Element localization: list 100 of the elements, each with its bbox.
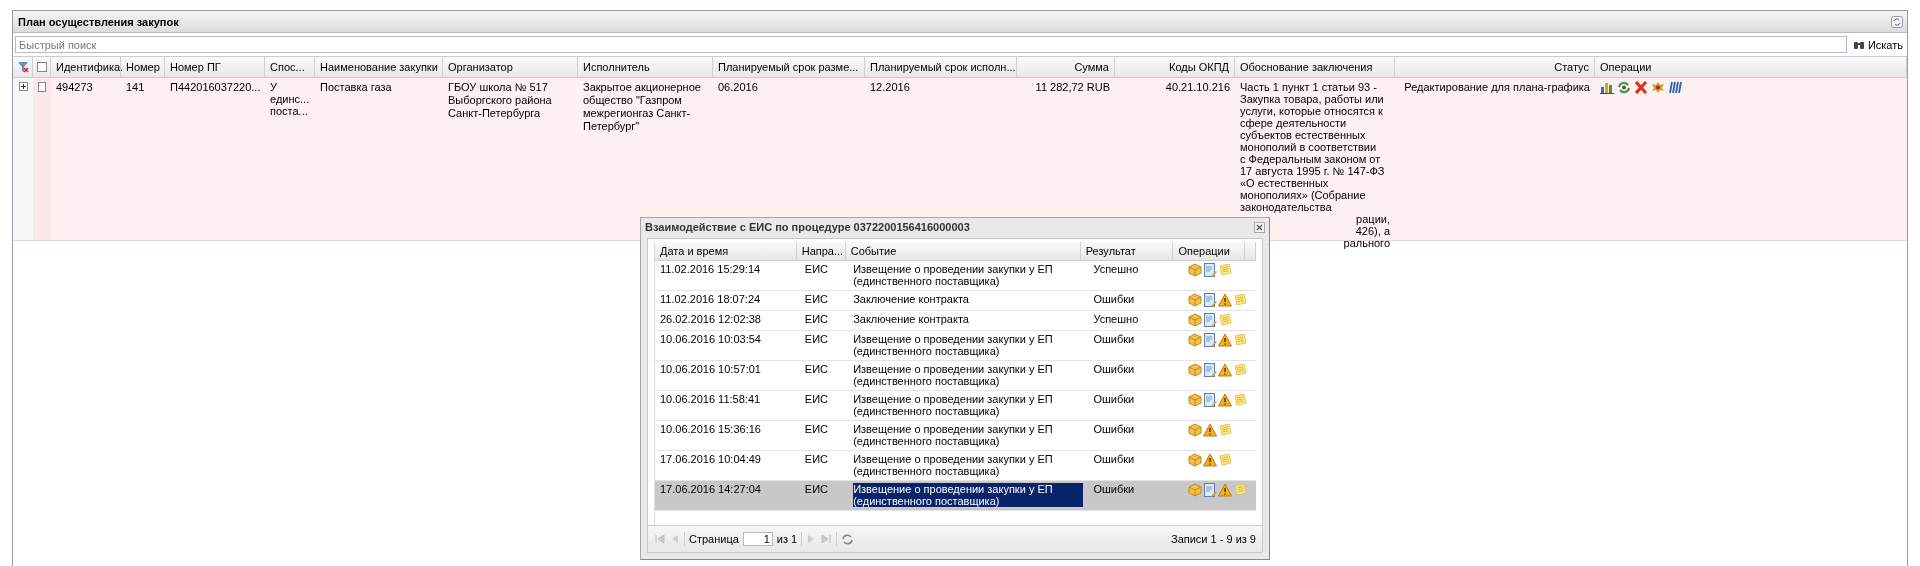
table-cell: 17.06.2016 14:27:04 bbox=[660, 483, 761, 495]
page-field[interactable]: 1 bbox=[742, 532, 773, 546]
table-cell: 40.21.10.216 bbox=[1165, 81, 1230, 93]
search-button[interactable]: Искать bbox=[1850, 38, 1905, 51]
table-cell: ЕИС bbox=[804, 263, 828, 275]
package-icon[interactable] bbox=[1188, 333, 1203, 347]
table-cell: 17.06.2016 10:04:49 bbox=[660, 453, 761, 465]
column-header[interactable]: Коды ОКПД bbox=[1115, 57, 1235, 77]
emblem-icon[interactable] bbox=[1651, 81, 1665, 94]
column-header[interactable]: Спос... bbox=[265, 57, 315, 77]
table-row[interactable]: 10.06.2016 10:03:54 ЕИС Извещение о проведении закупки у ЕП (единственного поставщика) Ошибки bbox=[655, 331, 1256, 361]
column-header[interactable]: Обоснование заключения bbox=[1235, 57, 1395, 77]
table-cell-line: законодательства bbox=[1240, 201, 1333, 213]
refresh-icon[interactable] bbox=[841, 532, 855, 546]
table-cell-line: монополиях» (Собрание bbox=[1240, 189, 1367, 201]
notes-icon[interactable] bbox=[1218, 263, 1233, 277]
warning-icon[interactable] bbox=[1203, 453, 1218, 467]
document-edit-icon[interactable] bbox=[1203, 393, 1218, 407]
column-header[interactable]: Исполнитель bbox=[578, 57, 713, 77]
expand-icon[interactable] bbox=[18, 82, 28, 91]
table-cell: ЕИС bbox=[804, 313, 828, 325]
table-cell: 11.02.2016 18:07:24 bbox=[660, 293, 761, 305]
table-cell-line: Часть 1 пункт 1 статьи 93 - bbox=[1240, 81, 1378, 93]
table-cell: Ошибки bbox=[1093, 453, 1135, 465]
warning-icon[interactable] bbox=[1218, 293, 1233, 307]
table-row[interactable]: 17.06.2016 14:27:04 ЕИС Извещение о проведении закупки у ЕП (единственного поставщика) Ошибки bbox=[655, 481, 1256, 511]
warning-icon[interactable] bbox=[1218, 333, 1233, 347]
table-cell: 06.2016 bbox=[718, 81, 758, 93]
warning-icon[interactable] bbox=[1218, 393, 1233, 407]
table-row[interactable]: 11.02.2016 18:07:24 ЕИС Заключение контракта Ошибки bbox=[655, 291, 1256, 311]
column-header[interactable]: Дата и время bbox=[655, 242, 797, 260]
table-row[interactable]: 10.06.2016 10:57:01 ЕИС Извещение о проведении закупки у ЕП (единственного поставщика) Ошибки bbox=[655, 361, 1256, 391]
table-cell-line: услуги, которые относятся к bbox=[1240, 105, 1384, 117]
table-cell: ЕИС bbox=[804, 363, 828, 375]
table-cell: 12.2016 bbox=[870, 81, 910, 93]
package-icon[interactable] bbox=[1188, 393, 1203, 407]
refresh-icon[interactable] bbox=[1617, 81, 1631, 94]
table-row[interactable]: 26.02.2016 12:02:38 ЕИС Заключение контракта Успешно bbox=[655, 311, 1256, 331]
table-cell: Успешно bbox=[1093, 263, 1139, 275]
warning-icon[interactable] bbox=[1218, 483, 1233, 497]
table-cell: ЕИС bbox=[804, 333, 828, 345]
column-header[interactable]: Статус bbox=[1395, 57, 1595, 77]
column-header[interactable]: Наименование закупки bbox=[315, 57, 443, 77]
column-header[interactable]: Сумма bbox=[1017, 57, 1115, 77]
table-cell: ЕИС bbox=[804, 453, 828, 465]
table-cell: Извещение о проведении закупки у ЕП (единственного поставщика) bbox=[853, 483, 1084, 507]
table-cell-line: с Федеральным законом от bbox=[1240, 153, 1382, 165]
column-header[interactable]: Операции bbox=[1173, 242, 1245, 260]
column-header[interactable]: Планируемый срок разме... bbox=[713, 57, 865, 77]
table-cell: Заключение контракта bbox=[853, 313, 969, 325]
package-icon[interactable] bbox=[1188, 313, 1203, 327]
table-row[interactable]: 10.06.2016 15:36:16 ЕИС Извещение о проведении закупки у ЕП (единственного поставщика) Ошибки bbox=[655, 421, 1256, 451]
package-icon[interactable] bbox=[1188, 363, 1203, 377]
table-row[interactable]: 10.06.2016 11:58:41 ЕИС Извещение о проведении закупки у ЕП (единственного поставщика) Ошибки bbox=[655, 391, 1256, 421]
column-header[interactable]: Событие bbox=[845, 242, 1081, 260]
column-header[interactable]: Номер ПГ bbox=[165, 57, 265, 77]
close-icon[interactable] bbox=[1254, 221, 1265, 233]
table-cell: 11 282,72 RUB bbox=[1035, 81, 1110, 93]
refresh-icon[interactable] bbox=[1891, 15, 1903, 28]
column-header[interactable]: Напра... bbox=[796, 242, 846, 260]
table-cell: Ошибки bbox=[1093, 483, 1135, 495]
document-edit-icon[interactable] bbox=[1203, 333, 1218, 347]
document-edit-icon[interactable] bbox=[1203, 483, 1218, 497]
table-cell: Извещение о проведении закупки у ЕП (единственного поставщика) bbox=[853, 263, 1053, 287]
notes-icon[interactable] bbox=[1218, 313, 1233, 327]
dialog-title: Взаимодействие с ЕИС по процедуре 0372200156416000003 bbox=[645, 221, 970, 233]
document-edit-icon[interactable] bbox=[1203, 293, 1218, 307]
column-header[interactable]: Результат bbox=[1080, 242, 1174, 260]
table-cell: 494273 bbox=[56, 81, 93, 93]
document-edit-icon[interactable] bbox=[1203, 313, 1218, 327]
table-cell: 10.06.2016 11:58:41 bbox=[660, 393, 761, 405]
select-all-checkbox[interactable] bbox=[36, 62, 47, 72]
document-edit-icon[interactable] bbox=[1203, 363, 1218, 377]
package-icon[interactable] bbox=[1188, 263, 1203, 277]
table-cell: ЕИС bbox=[804, 483, 828, 495]
package-icon[interactable] bbox=[1188, 293, 1203, 307]
column-header[interactable]: Организатор bbox=[443, 57, 578, 77]
table-cell: П442016037220... bbox=[170, 81, 261, 93]
warning-icon[interactable] bbox=[1218, 363, 1233, 377]
column-header[interactable]: Операции bbox=[1595, 57, 1907, 77]
table-cell: Извещение о проведении закупки у ЕП (единственного поставщика) bbox=[853, 333, 1053, 357]
delete-icon[interactable] bbox=[1634, 81, 1648, 94]
column-header[interactable]: Планируемый срок исполн... bbox=[865, 57, 1017, 77]
column-header[interactable]: Номер bbox=[121, 57, 165, 77]
search-field[interactable]: Быстрый поиск bbox=[15, 36, 1847, 53]
table-cell: Поставка газа bbox=[320, 81, 392, 93]
table-cell-line: поста... bbox=[270, 105, 309, 117]
row-checkbox[interactable] bbox=[38, 82, 46, 92]
table-cell: 10.06.2016 10:57:01 bbox=[660, 363, 761, 375]
table-cell: Закрытое акционерное общество "Газпром межрегионгаз Санкт-Петербург" bbox=[583, 81, 701, 132]
table-cell-line: рации, bbox=[1356, 213, 1390, 225]
table-cell: Извещение о проведении закупки у ЕП (единственного поставщика) bbox=[853, 363, 1053, 387]
table-row[interactable]: 11.02.2016 15:29:14 ЕИС Извещение о проведении закупки у ЕП (единственного поставщика) Успешно bbox=[655, 261, 1256, 291]
column-header[interactable]: Идентифика. bbox=[51, 57, 121, 77]
document-edit-icon[interactable] bbox=[1203, 263, 1218, 277]
clear-filter-icon[interactable] bbox=[16, 61, 29, 73]
bar-chart-icon[interactable] bbox=[1600, 81, 1614, 94]
table-cell-line: монополий в соответствии bbox=[1240, 141, 1378, 153]
binoculars-icon bbox=[1852, 39, 1865, 50]
warning-icon[interactable] bbox=[1203, 423, 1218, 437]
